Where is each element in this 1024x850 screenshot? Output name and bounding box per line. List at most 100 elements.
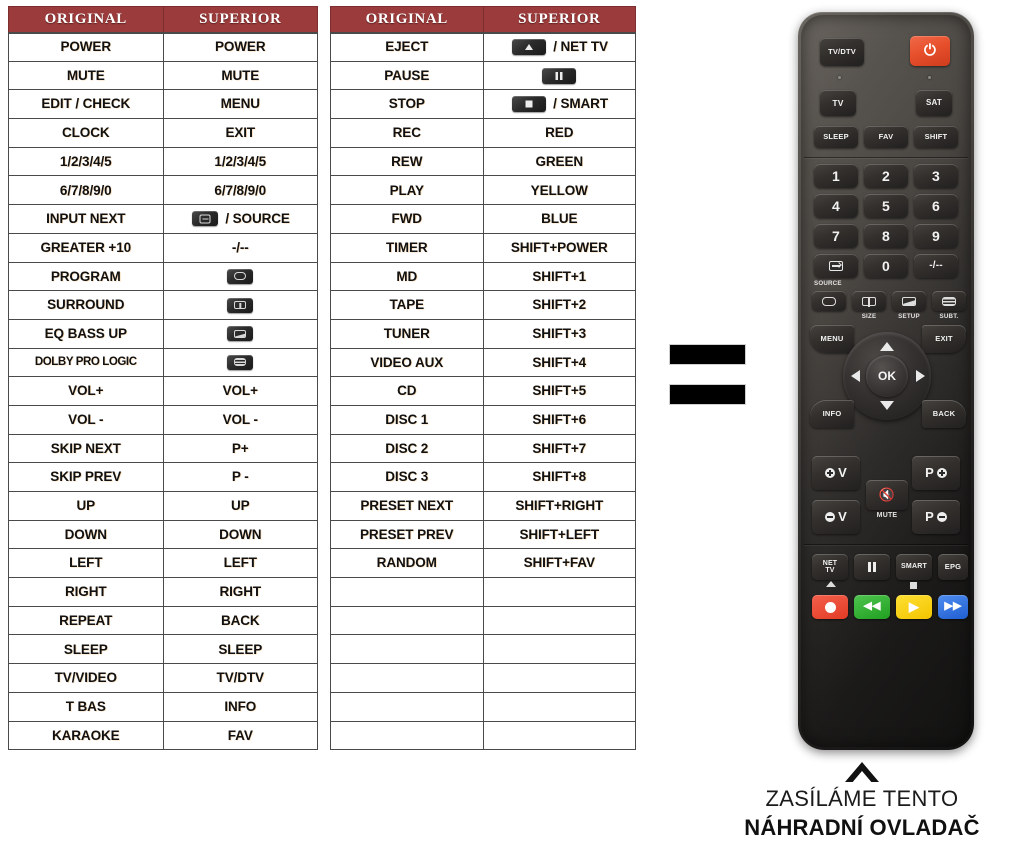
table-row: CD SHIFT+5 — [330, 376, 636, 406]
remote-button-info[interactable]: INFO — [810, 400, 854, 428]
table-row: SKIP PREV P - — [8, 462, 318, 492]
cell-superior: SHIFT+LEFT — [482, 519, 636, 550]
remote-button-fav[interactable]: FAV — [864, 126, 908, 148]
remote-button-back[interactable]: BACK — [922, 400, 966, 428]
cell-superior: SHIFT+7 — [482, 433, 636, 464]
remote-button-7[interactable]: 7 — [814, 224, 858, 248]
table-row: PRESET PREV SHIFT+LEFT — [330, 519, 636, 550]
table-row: SLEEP SLEEP — [8, 634, 318, 665]
remote-button-1[interactable]: 1 — [814, 164, 858, 188]
label-setup: SETUP — [898, 313, 920, 320]
cell-original: T BAS — [8, 691, 164, 722]
remote-button-screen[interactable] — [812, 291, 846, 311]
remote-button-5[interactable]: 5 — [864, 194, 908, 218]
volume-up-label: V — [838, 465, 847, 481]
cell-original: GREATER +10 — [8, 232, 164, 263]
remote-button-2[interactable]: 2 — [864, 164, 908, 188]
source-glyph — [199, 214, 211, 224]
cell-superior: RIGHT — [162, 577, 318, 607]
remote-button-3[interactable]: 3 — [914, 164, 958, 188]
cell-original: STOP — [330, 89, 484, 120]
remote-button-tv-dtv[interactable]: TV/DTV — [820, 38, 864, 66]
remote-button-menu[interactable]: MENU — [810, 325, 854, 353]
cell-superior — [162, 261, 318, 292]
table-row: DISC 1 SHIFT+6 — [330, 404, 636, 435]
remote-button-play-yellow[interactable]: ▶ — [896, 595, 932, 619]
remote-button-setup[interactable] — [892, 291, 926, 311]
cell-original: DISC 3 — [330, 462, 484, 492]
cell-superior — [162, 347, 318, 378]
remote-button-mute[interactable]: 🔇 — [866, 480, 908, 510]
cell-superior: SHIFT+RIGHT — [482, 491, 636, 521]
subtitle-key-icon — [942, 296, 956, 306]
cell-superior — [162, 290, 318, 320]
table-row: TIMER SHIFT+POWER — [330, 232, 636, 263]
subtitle-glyph — [234, 358, 247, 367]
cell-original: TAPE — [330, 290, 484, 320]
cell-superior: LEFT — [162, 548, 318, 579]
remote-button-net-tv[interactable]: NET TV — [812, 554, 848, 580]
cell-superior-label: / SMART — [549, 96, 608, 112]
remote-button-rewind-green[interactable]: ◀◀ — [854, 595, 890, 619]
cell-superior-label: / SOURCE — [221, 211, 290, 227]
pause-glyph — [555, 71, 563, 80]
volume-down-icon — [825, 512, 836, 522]
cell-original: PROGRAM — [8, 261, 164, 292]
remote-button-exit[interactable]: EXIT — [922, 325, 966, 353]
remote-button-power[interactable]: ⏻ — [910, 36, 950, 66]
record-icon — [824, 601, 836, 613]
table-row: REC RED — [330, 118, 636, 148]
remote-button-8[interactable]: 8 — [864, 224, 908, 248]
table-row: DOLBY PRO LOGIC — [8, 347, 318, 378]
cell-superior: 6/7/8/9/0 — [162, 175, 318, 206]
cell-superior: YELLOW — [482, 175, 636, 206]
remote-button-source[interactable] — [814, 254, 858, 278]
remote-button-pause[interactable] — [854, 554, 890, 580]
remote-button-program-down[interactable]: P — [912, 500, 960, 534]
table-row: DISC 2 SHIFT+7 — [330, 433, 636, 464]
led-indicator-left — [838, 76, 841, 79]
remote-button-volume-down[interactable]: V — [812, 500, 860, 534]
eject-key-icon — [511, 39, 546, 56]
nav-right-icon[interactable] — [916, 370, 925, 382]
remote-button-dash[interactable]: -/-- — [914, 254, 958, 278]
led-indicator-right — [928, 76, 931, 79]
remote-button-shift[interactable]: SHIFT — [914, 126, 958, 148]
remote-button-volume-up[interactable]: V — [812, 456, 860, 490]
cell-superior: SHIFT+1 — [482, 261, 636, 292]
remote-button-4[interactable]: 4 — [814, 194, 858, 218]
remote-button-smart[interactable]: SMART — [896, 554, 932, 580]
remote-button-epg[interactable]: EPG — [938, 554, 968, 580]
volume-down-label: V — [838, 509, 847, 525]
label-source: SOURCE — [814, 280, 842, 287]
play-icon: ▶ — [908, 599, 920, 615]
remote-button-forward-blue[interactable]: ▶▶ — [938, 595, 968, 619]
nav-up-icon[interactable] — [880, 342, 894, 351]
cell-superior: -/-- — [162, 232, 318, 263]
remote-button-size[interactable] — [852, 291, 886, 311]
stop-glyph — [525, 100, 533, 108]
label-mute: MUTE — [876, 512, 898, 519]
remote-button-sleep[interactable]: SLEEP — [814, 126, 858, 148]
remote-button-sat[interactable]: SAT — [916, 90, 952, 116]
remote-button-ok[interactable]: OK — [866, 355, 908, 397]
nav-left-icon[interactable] — [851, 370, 860, 382]
cell-original: RANDOM — [330, 548, 484, 579]
remote-button-0[interactable]: 0 — [864, 254, 908, 278]
table-row: REPEAT BACK — [8, 605, 318, 636]
cell-superior: MENU — [162, 89, 318, 120]
table-row: PLAY YELLOW — [330, 175, 636, 206]
cell-original: VIDEO AUX — [330, 347, 484, 378]
cell-original: PRESET NEXT — [330, 491, 484, 521]
table-row: RANDOM SHIFT+FAV — [330, 548, 636, 579]
remote-button-program-up[interactable]: P — [912, 456, 960, 490]
nav-down-icon[interactable] — [880, 401, 894, 410]
remote-button-tv[interactable]: TV — [820, 90, 856, 116]
remote-button-9[interactable]: 9 — [914, 224, 958, 248]
column-header-original: ORIGINAL — [330, 6, 484, 34]
cell-original: REPEAT — [8, 605, 164, 636]
remote-button-6[interactable]: 6 — [914, 194, 958, 218]
remote-button-subtitle[interactable] — [932, 291, 966, 311]
cell-original: MD — [330, 261, 484, 292]
remote-button-record-red[interactable] — [812, 595, 848, 619]
